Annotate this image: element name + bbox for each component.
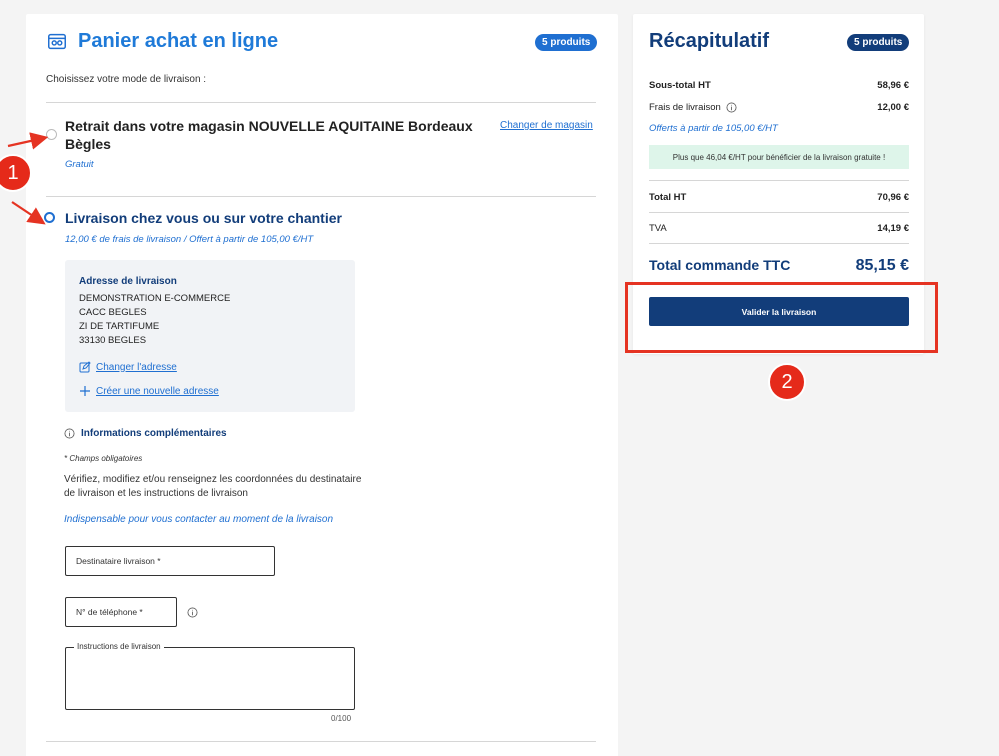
- plus-icon: [80, 386, 90, 396]
- subtotal-label: Sous-total HT: [649, 80, 711, 91]
- highlight-box: [625, 282, 938, 353]
- home-delivery-title: Livraison chez vous ou sur votre chantie…: [65, 210, 342, 226]
- phone-input[interactable]: [66, 598, 176, 626]
- instructions-textarea[interactable]: [66, 648, 354, 709]
- divider: [46, 196, 596, 197]
- free-shipping-promo: Plus que 46,04 €/HT pour bénéficier de l…: [649, 145, 909, 169]
- edit-icon: [79, 361, 91, 373]
- shipping-value: 12,00 €: [877, 102, 909, 113]
- contact-note: Indispensable pour vous contacter au mom…: [64, 514, 334, 525]
- cart-header: Panier achat en ligne: [46, 30, 278, 53]
- address-line: CACC BEGLES: [79, 307, 147, 318]
- delivery-address-box: Adresse de livraison DEMONSTRATION E-COM…: [65, 260, 355, 412]
- store-pickup-title: Retrait dans votre magasin NOUVELLE AQUI…: [65, 117, 495, 153]
- summary-product-badge: 5 produits: [847, 34, 910, 51]
- address-line: 33130 BEGLES: [79, 335, 147, 346]
- free-shipping-offer: Offerts à partir de 105,00 €/HT: [649, 123, 778, 134]
- change-address-label: Changer l'adresse: [96, 361, 177, 373]
- divider: [46, 102, 596, 103]
- cart-card: Panier achat en ligne 5 produits Choisis…: [26, 14, 618, 756]
- total-ttc-row: Total commande TTC 85,15 €: [649, 257, 909, 275]
- shipping-label-wrap: Frais de livraison: [649, 102, 737, 113]
- shipping-label: Frais de livraison: [649, 102, 721, 113]
- arrow-icon: [7, 132, 49, 150]
- phone-info-icon[interactable]: [187, 607, 198, 618]
- total-ttc-value: 85,15 €: [855, 257, 909, 274]
- shipping-row: Frais de livraison 12,00 €: [649, 102, 909, 113]
- total-ht-label: Total HT: [649, 192, 687, 203]
- additional-info-title: Informations complémentaires: [81, 428, 227, 439]
- info-description: Vérifiez, modifiez et/ou renseignez les …: [64, 474, 362, 499]
- address-line: DEMONSTRATION E-COMMERCE: [79, 293, 231, 304]
- recipient-field[interactable]: [65, 546, 275, 576]
- instructions-field[interactable]: Instructions de livraison: [65, 642, 355, 710]
- phone-field[interactable]: [65, 597, 177, 627]
- page-title: Panier achat en ligne: [78, 30, 279, 52]
- char-counter: 0/100: [331, 714, 352, 723]
- instructions-label: Instructions de livraison: [74, 642, 164, 651]
- cart-icon: [48, 33, 66, 49]
- shipping-info-icon[interactable]: [726, 102, 737, 113]
- address-line: ZI DE TARTIFUME: [79, 321, 160, 332]
- change-address-link[interactable]: Changer l'adresse: [79, 361, 177, 373]
- home-delivery-price: 12,00 € de frais de livraison / Offert à…: [65, 234, 314, 245]
- info-icon: [64, 428, 75, 439]
- divider: [46, 741, 596, 742]
- address-title: Adresse de livraison: [79, 276, 177, 287]
- new-address-label: Créer une nouvelle adresse: [96, 385, 219, 397]
- summary-title: Récapitulatif: [649, 30, 770, 52]
- divider: [649, 212, 909, 213]
- additional-info-heading: Informations complémentaires: [64, 428, 227, 439]
- subtotal-row: Sous-total HT 58,96 €: [649, 80, 909, 91]
- total-ht-row: Total HT 70,96 €: [649, 192, 909, 203]
- change-store-link[interactable]: Changer de magasin: [500, 120, 593, 131]
- product-count-badge: 5 produits: [535, 34, 598, 51]
- arrow-icon: [11, 201, 46, 225]
- total-ht-value: 70,96 €: [877, 192, 909, 203]
- store-pickup-title-line2: Bègles: [65, 136, 111, 152]
- new-address-link[interactable]: Créer une nouvelle adresse: [79, 385, 219, 397]
- store-pickup-title-line1: Retrait dans votre magasin NOUVELLE AQUI…: [65, 118, 473, 134]
- tva-value: 14,19 €: [877, 223, 909, 234]
- recipient-input[interactable]: [66, 547, 274, 575]
- delivery-mode-label: Choisissez votre mode de livraison :: [46, 74, 207, 85]
- divider: [649, 243, 909, 244]
- tva-row: TVA 14,19 €: [649, 223, 909, 234]
- step-marker-2: 2: [768, 363, 806, 401]
- tva-label: TVA: [649, 223, 667, 234]
- subtotal-value: 58,96 €: [877, 80, 909, 91]
- total-ttc-label: Total commande TTC: [649, 257, 791, 273]
- store-pickup-price: Gratuit: [65, 159, 94, 170]
- divider: [649, 180, 909, 181]
- required-fields-note: * Champs obligatoires: [64, 454, 143, 463]
